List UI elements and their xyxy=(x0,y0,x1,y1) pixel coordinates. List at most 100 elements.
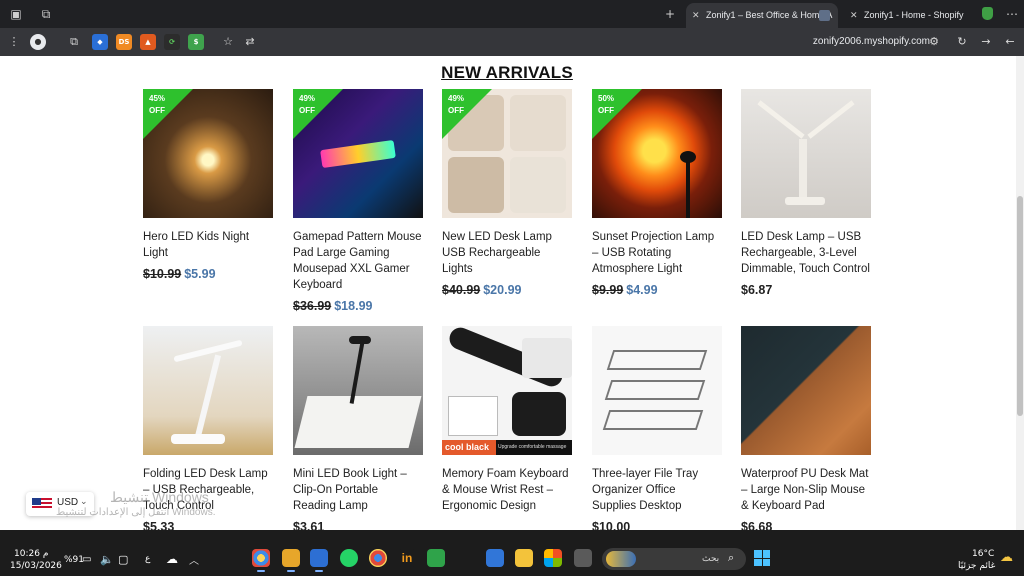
product-title[interactable]: Sunset Projection Lamp – USB Rotating At… xyxy=(592,229,722,277)
editor-taskbar-icon[interactable] xyxy=(310,549,328,572)
extension-refresh-icon[interactable]: ⟳ xyxy=(164,34,180,50)
new-tab-icon[interactable]: + xyxy=(662,6,678,22)
chrome-alt-taskbar-icon[interactable] xyxy=(369,549,387,567)
notes-taskbar-icon[interactable] xyxy=(282,549,300,572)
folding-lamp-image[interactable] xyxy=(741,89,871,218)
weather-icon[interactable]: ☁ xyxy=(1000,550,1013,565)
volume-icon[interactable]: 🔈 xyxy=(100,553,114,566)
price: $6.87 xyxy=(741,283,773,297)
product-card[interactable]: LED Desk Lamp – USB Rechargeable, 3-Leve… xyxy=(741,89,871,298)
extension-ds-icon[interactable]: DS xyxy=(116,34,132,50)
product-title[interactable]: Memory Foam Keyboard & Mouse Wrist Rest … xyxy=(442,466,572,514)
sale-price: $18.99 xyxy=(334,299,373,313)
activation-watermark-title: تنشيط Windows xyxy=(110,489,209,505)
product-title[interactable]: New LED Desk Lamp USB Rechargeable Light… xyxy=(442,229,572,277)
clock-date[interactable]: 15/03/2026 xyxy=(10,561,62,571)
price: $10.00 xyxy=(592,520,631,530)
search-placeholder: بحث xyxy=(702,553,720,563)
tab-shopify-admin[interactable]: ✕ Zonify1 - Home - Shopify xyxy=(844,3,974,28)
desk-mat-image[interactable] xyxy=(741,326,871,455)
whatsapp-taskbar-icon[interactable] xyxy=(340,549,358,567)
wrist-rest-subcaption: Upgrade comfortable massage xyxy=(498,444,567,450)
bookmark-star-icon[interactable]: ☆ xyxy=(220,34,236,50)
shopify-extension-icon[interactable] xyxy=(982,7,993,20)
task-view-taskbar-icon[interactable] xyxy=(574,549,592,567)
us-flag-icon xyxy=(32,498,52,510)
product-title[interactable]: LED Desk Lamp – USB Rechargeable, 3-Leve… xyxy=(741,229,871,277)
product-card[interactable]: Mini LED Book Light – Clip-On Portable R… xyxy=(293,326,423,530)
product-title[interactable]: Waterproof PU Desk Mat – Large Non-Slip … xyxy=(741,466,871,514)
extensions-icon[interactable]: ⧉ xyxy=(66,34,82,50)
tab-actions-icon[interactable]: ▣ xyxy=(8,6,24,22)
file-explorer-taskbar-icon[interactable] xyxy=(515,549,533,567)
reload-icon[interactable]: ↻ xyxy=(954,34,970,50)
forward-icon[interactable]: → xyxy=(978,34,994,50)
discount-badge-text: 49% OFF xyxy=(299,94,316,115)
window-menu-icon[interactable]: ⋯ xyxy=(1004,6,1020,22)
profile-icon[interactable]: ● xyxy=(30,34,46,50)
wrist-rest-image[interactable]: cool black Upgrade comfortable massage xyxy=(442,326,572,455)
product-card[interactable]: 45% OFF Hero LED Kids Night Light $10.99… xyxy=(143,89,273,282)
original-price: $36.99 xyxy=(293,299,332,313)
tab-groups-icon[interactable]: ⧉ xyxy=(38,6,54,22)
scrollbar-thumb[interactable] xyxy=(1017,196,1023,416)
tab-title: Zonify1 – Best Office & Home A xyxy=(706,10,833,20)
indesign-taskbar-icon[interactable]: in xyxy=(398,549,416,567)
extension-tag-icon[interactable]: ◆ xyxy=(92,34,108,50)
sunset-lamp-image[interactable]: 50% OFF xyxy=(592,89,722,218)
page-scrollbar[interactable] xyxy=(1016,56,1024,530)
chrome-taskbar-icon[interactable] xyxy=(252,549,270,572)
sale-price: $5.99 xyxy=(184,267,216,281)
translate-icon[interactable]: ⇄ xyxy=(242,34,258,50)
battery-icon[interactable]: ▭ xyxy=(82,554,91,565)
book-light-image[interactable] xyxy=(293,326,423,455)
language-indicator[interactable]: ع xyxy=(145,554,150,564)
tab-zonify-store[interactable]: ✕ Zonify1 – Best Office & Home A xyxy=(686,3,838,28)
product-title[interactable]: Three-layer File Tray Organizer Office S… xyxy=(592,466,722,514)
original-price: $10.99 xyxy=(143,267,182,281)
clock-time[interactable]: 10:26 م xyxy=(14,549,48,559)
product-card[interactable]: cool black Upgrade comfortable massage M… xyxy=(442,326,572,514)
windows-start-icon[interactable] xyxy=(754,550,770,566)
file-tray-image[interactable] xyxy=(592,326,722,455)
weather-description[interactable]: غائم جزئيًا xyxy=(958,561,995,571)
chevron-down-icon: ⌄ xyxy=(80,496,88,506)
browser-tab-bar: ▣ ⧉ + ✕ Zonify1 – Best Office & Home A ✕… xyxy=(0,0,1024,28)
show-hidden-icons-icon[interactable]: ︿ xyxy=(189,552,199,567)
extension-dollar-icon[interactable]: $ xyxy=(188,34,204,50)
hero-lamp-image[interactable]: 45% OFF xyxy=(143,89,273,218)
taskbar-search[interactable]: بحث ⌕ xyxy=(602,548,746,570)
product-card[interactable]: Waterproof PU Desk Mat – Large Non-Slip … xyxy=(741,326,871,530)
back-icon[interactable]: ← xyxy=(1002,34,1018,50)
product-price: $6.87 xyxy=(741,282,871,298)
menu-icon[interactable]: ⋮ xyxy=(6,34,22,50)
battery-level[interactable]: %91 xyxy=(64,555,84,565)
weather-temperature[interactable]: 16°C xyxy=(972,549,994,559)
store-page: NEW ARRIVALS 45% OFF Hero LED Kids Night… xyxy=(0,56,1016,530)
product-card[interactable]: 50% OFF Sunset Projection Lamp – USB Rot… xyxy=(592,89,722,298)
product-title[interactable]: Gamepad Pattern Mouse Pad Large Gaming M… xyxy=(293,229,423,293)
gamer-mousepad-image[interactable]: 49% OFF xyxy=(293,89,423,218)
browser-toolbar: ⋮ ● ⧉ ◆ DS ▲ ⟳ $ ☆ ⇄ zonify2006.myshopif… xyxy=(0,28,1024,56)
product-price: $36.99 $18.99 xyxy=(293,298,423,314)
sheets-taskbar-icon[interactable] xyxy=(427,549,445,567)
address-bar[interactable]: zonify2006.myshopify.com xyxy=(800,35,930,49)
store-taskbar-icon[interactable] xyxy=(544,549,562,567)
product-card[interactable]: Three-layer File Tray Organizer Office S… xyxy=(592,326,722,530)
search-icon: ⌕ xyxy=(728,551,735,564)
network-icon[interactable]: ▢ xyxy=(118,553,128,566)
product-price: $10.00 xyxy=(592,519,722,530)
product-card[interactable]: 49% OFF Gamepad Pattern Mouse Pad Large … xyxy=(293,89,423,314)
close-tab-icon[interactable]: ✕ xyxy=(692,3,700,28)
extension-bookmark-icon[interactable]: ▲ xyxy=(140,34,156,50)
site-settings-icon[interactable]: ⚙ xyxy=(926,34,942,50)
product-card[interactable]: 49% OFF New LED Desk Lamp USB Rechargeab… xyxy=(442,89,572,298)
price: $6.68 xyxy=(741,520,773,530)
white-desk-lamp-image[interactable] xyxy=(143,326,273,455)
led-bar-lamp-image[interactable]: 49% OFF xyxy=(442,89,572,218)
product-title[interactable]: Mini LED Book Light – Clip-On Portable R… xyxy=(293,466,423,514)
mail-taskbar-icon[interactable] xyxy=(486,549,504,567)
onedrive-icon[interactable]: ☁ xyxy=(166,552,178,566)
product-title[interactable]: Hero LED Kids Night Light xyxy=(143,229,273,261)
close-tab-icon[interactable]: ✕ xyxy=(850,3,858,28)
